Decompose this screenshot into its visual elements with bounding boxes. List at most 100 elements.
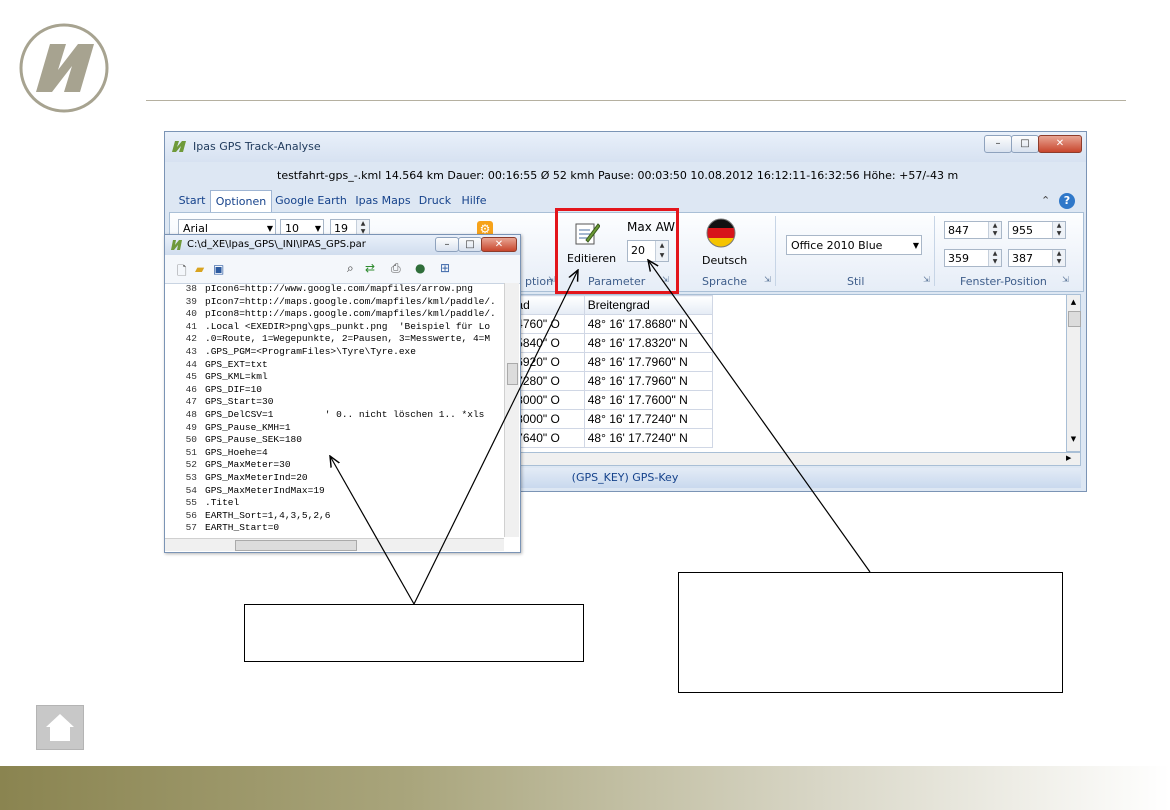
line-number: 41 <box>185 320 197 332</box>
window-pos-height-spinner[interactable]: 387 ▲ ▼ <box>1008 249 1066 267</box>
highlight-parameter-group <box>555 208 679 294</box>
group-label-style: Stil <box>847 275 865 288</box>
table-cell: 48° 16' 17.7960" N <box>583 352 713 372</box>
code-line: GPS_KML=kml <box>205 371 268 383</box>
code-line: .GPS_PGM=<ProgramFiles>\Tyre\Tyre.exe <box>205 346 416 357</box>
code-line: .Titel <box>205 497 240 509</box>
line-number: 48 <box>185 409 197 420</box>
language-label: Deutsch <box>702 254 748 267</box>
editor-toolbar: 🗋 ▰ ▣ ⌕ ⇄ ⎙ ● ⊞ <box>165 255 520 284</box>
scroll-down-icon[interactable]: ▼ <box>1068 435 1079 443</box>
window-pos-left-spinner[interactable]: 847 ▲ ▼ <box>944 221 1002 239</box>
style-combo[interactable]: Office 2010 Blue ▼ <box>786 235 922 255</box>
footer-gradient-bar <box>0 766 1170 810</box>
tab-google-earth[interactable]: Google Earth <box>275 190 347 211</box>
editor-code-area[interactable]: 38 pIcon6=http://www.google.com/mapfiles/… <box>167 283 502 537</box>
line-number: 43 <box>185 346 197 357</box>
scroll-thumb[interactable] <box>507 363 518 385</box>
code-line: GPS_Hoehe=4 <box>205 446 268 458</box>
line-number: 44 <box>185 358 197 370</box>
title-bar: Ipas GPS Track-Analyse – □ ✕ <box>165 132 1086 162</box>
language-button[interactable]: Deutsch <box>696 216 750 272</box>
collapse-ribbon-icon[interactable]: ⌃ <box>1041 194 1050 207</box>
ribbon-separator <box>775 216 776 286</box>
editor-vertical-scrollbar[interactable] <box>504 283 519 537</box>
new-file-icon[interactable]: 🗋 <box>177 262 187 283</box>
grid-vertical-scrollbar[interactable]: ▲ ▼ <box>1066 294 1081 452</box>
code-line: EARTH_Sort=1,4,3,5,2,6 <box>205 509 331 521</box>
code-line: GPS_MaxMeter=30 <box>205 459 291 471</box>
line-number: 51 <box>185 446 197 458</box>
scroll-thumb[interactable] <box>235 540 357 551</box>
scroll-up-icon[interactable]: ▲ <box>1068 298 1079 306</box>
tab-start[interactable]: Start <box>175 190 209 211</box>
line-number: 57 <box>185 522 197 534</box>
group-expander-icon[interactable]: ⇲ <box>548 275 555 284</box>
code-line: .0=Route, 1=Wegepunkte, 2=Pausen, 3=Mess… <box>205 333 491 345</box>
scroll-thumb[interactable] <box>1068 311 1081 327</box>
line-number: 46 <box>185 383 197 395</box>
line-number: 42 <box>185 333 197 345</box>
table-cell: 48° 16' 17.8680" N <box>583 314 713 334</box>
window-pos-width-spinner[interactable]: 359 ▲ ▼ <box>944 249 1002 267</box>
code-line: GPS_EXT=txt <box>205 358 268 370</box>
table-cell: 48° 16' 17.7600" N <box>583 390 713 410</box>
table-cell: 48° 16' 17.8320" N <box>583 333 713 353</box>
home-icon <box>46 714 74 741</box>
window-pos-top-spinner[interactable]: 955 ▲ ▼ <box>1008 221 1066 239</box>
app-icon <box>172 141 186 152</box>
close-button[interactable]: ✕ <box>1038 135 1082 153</box>
app-icon <box>171 240 182 250</box>
tab-optionen[interactable]: Optionen <box>210 190 272 213</box>
editor-horizontal-scrollbar[interactable] <box>165 538 504 551</box>
export-icon[interactable]: ⊞ <box>440 261 450 275</box>
table-cell: 48° 16' 17.7240" N <box>583 428 713 448</box>
code-line: GPS_Pause_SEK=180 <box>205 434 302 446</box>
line-number: 49 <box>185 421 197 433</box>
help-icon[interactable]: ? <box>1059 193 1075 209</box>
line-number: 55 <box>185 497 197 509</box>
globe-icon[interactable]: ● <box>415 261 425 275</box>
code-line: GPS_Start=30 <box>205 396 274 408</box>
maximize-button[interactable]: □ <box>1011 135 1039 153</box>
editor-title-bar: C:\d_XE\Ipas_GPS\_INI\IPAS_GPS.par – □ ✕ <box>165 235 520 255</box>
line-number: 38 <box>185 283 197 294</box>
minimize-button[interactable]: – <box>984 135 1012 153</box>
group-expander-icon[interactable]: ⇲ <box>1062 275 1069 284</box>
editor-minimize-button[interactable]: – <box>435 237 459 252</box>
code-line: .Local <EXEDIR>png\gps_punkt.png 'Beispi… <box>205 320 491 332</box>
german-flag-globe-icon <box>706 218 736 248</box>
group-expander-icon[interactable]: ⇲ <box>764 275 771 284</box>
tab-ipas-maps[interactable]: Ipas Maps <box>353 190 413 211</box>
tab-hilfe[interactable]: Hilfe <box>457 190 491 211</box>
open-folder-icon[interactable]: ▰ <box>195 262 204 276</box>
editor-maximize-button[interactable]: □ <box>458 237 482 252</box>
track-info-line: testfahrt-gps_-.kml 14.564 km Dauer: 00:… <box>277 169 959 182</box>
home-button[interactable] <box>36 705 84 750</box>
replace-icon[interactable]: ⇄ <box>365 261 375 275</box>
parameter-editor-window: C:\d_XE\Ipas_GPS\_INI\IPAS_GPS.par – □ ✕… <box>164 234 521 553</box>
tab-druck[interactable]: Druck <box>417 190 453 211</box>
find-icon[interactable]: ⌕ <box>347 261 354 276</box>
line-number: 47 <box>185 396 197 408</box>
code-line: GPS_MaxMeterIndMax=19 <box>205 484 325 496</box>
editor-title: C:\d_XE\Ipas_GPS\_INI\IPAS_GPS.par <box>187 239 366 250</box>
callout-box-left <box>244 604 584 662</box>
line-number: 56 <box>185 509 197 521</box>
line-number: 45 <box>185 371 197 383</box>
ipas-logo <box>19 23 109 113</box>
callout-box-right <box>678 572 1063 693</box>
table-cell: 48° 16' 17.7960" N <box>583 371 713 391</box>
header-divider <box>146 100 1126 101</box>
print-icon[interactable]: ⎙ <box>391 261 401 276</box>
code-line: GPS_Pause_KMH=1 <box>205 421 291 433</box>
scroll-right-icon[interactable]: ▶ <box>1066 454 1071 462</box>
line-number: 53 <box>185 472 197 483</box>
column-header[interactable]: Breitengrad <box>583 295 713 315</box>
editor-close-button[interactable]: ✕ <box>481 237 517 252</box>
group-expander-icon[interactable]: ⇲ <box>923 275 930 284</box>
line-number: 39 <box>185 295 197 307</box>
save-icon[interactable]: ▣ <box>213 262 224 276</box>
code-line: GPS_MaxMeterInd=20 <box>205 472 308 483</box>
code-line: GPS_DIF=10 <box>205 383 263 395</box>
